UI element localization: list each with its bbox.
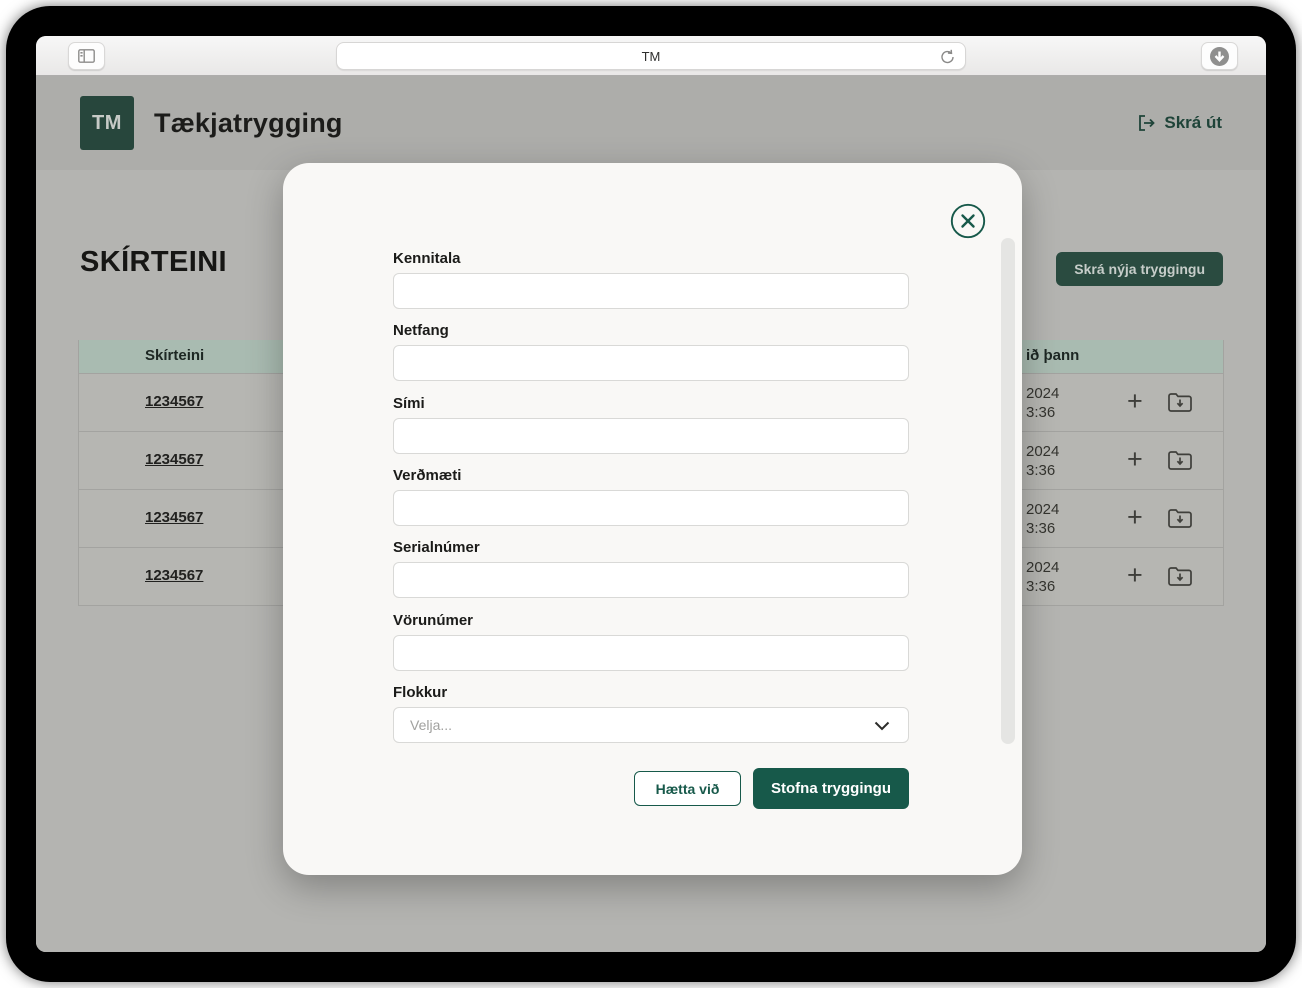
folder-download-icon[interactable]	[1167, 565, 1193, 592]
create-insurance-modal: Kennitala Netfang Sími Verðmæti Serialnú…	[283, 163, 1022, 875]
field-kennitala: Kennitala	[393, 250, 909, 309]
close-icon	[950, 203, 986, 239]
app-header: TM Tækjatrygging Skrá út	[36, 76, 1266, 170]
logout-icon	[1137, 114, 1156, 132]
row-date: 2024 3:36	[1026, 442, 1059, 480]
row-date: 2024 3:36	[1026, 558, 1059, 596]
field-label: Vörunúmer	[393, 612, 909, 629]
field-serialnumer: Serialnúmer	[393, 539, 909, 598]
folder-download-icon[interactable]	[1167, 391, 1193, 418]
app-title: Tækjatrygging	[154, 108, 343, 139]
certificate-link[interactable]: 1234567	[145, 451, 203, 468]
download-icon	[1209, 46, 1230, 67]
address-bar-text: TM	[642, 49, 661, 64]
chevron-down-icon	[874, 721, 890, 731]
field-label: Kennitala	[393, 250, 909, 267]
folder-download-icon[interactable]	[1167, 449, 1193, 476]
logout-label: Skrá út	[1164, 113, 1222, 133]
reload-icon[interactable]	[940, 49, 955, 70]
field-verdmaeti: Verðmæti	[393, 467, 909, 526]
tm-logo: TM	[80, 96, 134, 150]
screenshot-stage: TM TM Tækjatrygging	[0, 0, 1302, 988]
browser-toolbar: TM	[36, 36, 1266, 76]
cancel-button[interactable]: Hætta við	[634, 771, 741, 806]
certificate-link[interactable]: 1234567	[145, 509, 203, 526]
field-simi: Sími	[393, 395, 909, 454]
field-label: Flokkur	[393, 684, 909, 701]
kennitala-input[interactable]	[393, 273, 909, 309]
select-placeholder: Velja...	[410, 717, 452, 733]
plus-icon[interactable]: +	[1127, 446, 1143, 473]
browser-window: TM TM Tækjatrygging	[36, 36, 1266, 952]
flokkur-select[interactable]: Velja...	[393, 707, 909, 743]
sidebar-toggle-button[interactable]	[68, 42, 105, 70]
field-flokkur: Flokkur Velja...	[393, 684, 909, 743]
netfang-input[interactable]	[393, 345, 909, 381]
field-label: Netfang	[393, 322, 909, 339]
field-label: Verðmæti	[393, 467, 909, 484]
field-label: Serialnúmer	[393, 539, 909, 556]
column-header-date-fragment: ið þann	[1026, 347, 1079, 364]
field-vorunumer: Vörunúmer	[393, 612, 909, 671]
row-date: 2024 3:36	[1026, 500, 1059, 538]
field-label: Sími	[393, 395, 909, 412]
certificate-link[interactable]: 1234567	[145, 567, 203, 584]
row-date: 2024 3:36	[1026, 384, 1059, 422]
certificate-link[interactable]: 1234567	[145, 393, 203, 410]
field-netfang: Netfang	[393, 322, 909, 381]
sidebar-icon	[78, 49, 95, 63]
vorunumer-input[interactable]	[393, 635, 909, 671]
folder-download-icon[interactable]	[1167, 507, 1193, 534]
downloads-button[interactable]	[1201, 42, 1238, 70]
plus-icon[interactable]: +	[1127, 562, 1143, 589]
plus-icon[interactable]: +	[1127, 504, 1143, 531]
logout-link[interactable]: Skrá út	[1137, 113, 1222, 133]
plus-icon[interactable]: +	[1127, 388, 1143, 415]
submit-button[interactable]: Stofna tryggingu	[753, 768, 909, 809]
address-bar[interactable]: TM	[336, 42, 966, 70]
close-button[interactable]	[950, 203, 986, 239]
verdmaeti-input[interactable]	[393, 490, 909, 526]
new-insurance-button[interactable]: Skrá nýja tryggingu	[1056, 252, 1223, 286]
page-title: SKÍRTEINI	[80, 246, 227, 279]
modal-scrollbar[interactable]	[1001, 238, 1015, 744]
serialnumer-input[interactable]	[393, 562, 909, 598]
column-header-skirteini: Skírteini	[145, 347, 204, 364]
simi-input[interactable]	[393, 418, 909, 454]
